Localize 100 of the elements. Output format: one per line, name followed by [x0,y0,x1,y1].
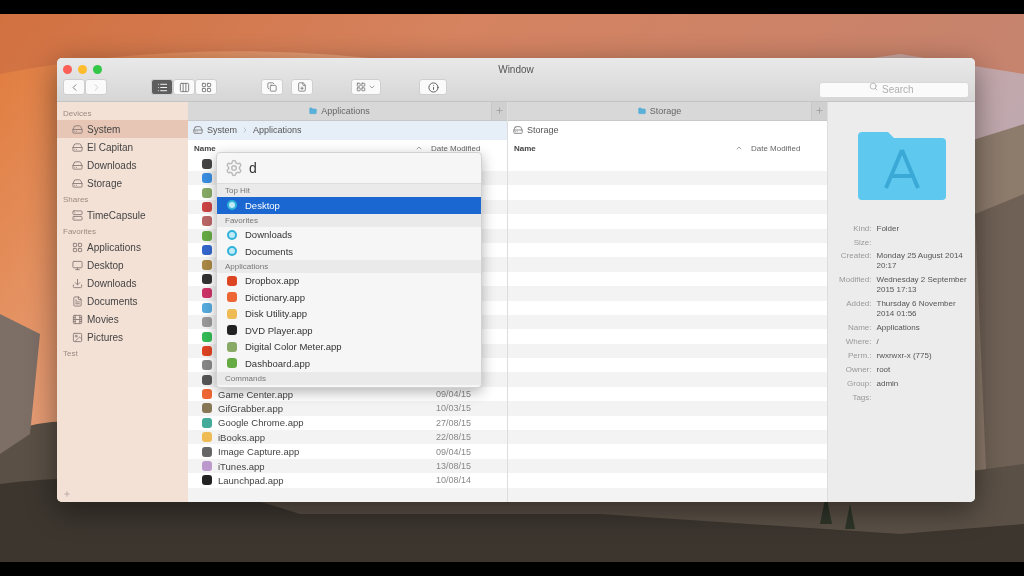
result-item[interactable]: Digital Color Meter.app [217,338,481,355]
field-value: rwxrwxr-x (775) [876,351,932,361]
field-value: root [876,365,891,375]
sidebar-item[interactable]: Pictures [57,328,188,346]
gear-icon [225,159,243,177]
column-header[interactable]: Name [514,143,735,153]
sidebar-item[interactable]: Storage [57,174,188,192]
app-icon [227,358,237,369]
field-value: Monday 25 August 2014 20:17 [876,251,964,271]
zoom-button[interactable] [93,64,102,74]
back-button[interactable] [63,79,85,95]
search-field[interactable]: Search [819,81,969,98]
file-date: 10/03/15 [434,403,471,414]
file-date: 22/08/15 [434,432,471,443]
field-value: / [876,337,879,347]
forward-button[interactable] [85,79,107,95]
sidebar-item[interactable]: Movies [57,310,188,328]
server-icon [72,209,83,221]
field-value: Applications [876,323,920,333]
sidebar-item[interactable]: Downloads [57,274,188,292]
field-label: Group: [846,379,872,389]
icons-view-button[interactable] [195,79,217,95]
file-date: 09/04/15 [434,389,471,400]
path-item[interactable]: System [207,125,237,136]
sidebar-item[interactable]: El Capitan [57,138,188,156]
copy-icon [267,82,277,92]
column-header[interactable]: Name [194,143,415,153]
field-label: Name: [846,323,872,333]
result-item[interactable]: Dashboard.app [217,355,481,372]
app-icon [202,417,212,428]
field-label: Where: [844,337,872,347]
app-icon [202,475,212,486]
field-label: Tags: [851,393,872,402]
sidebar-item[interactable]: Desktop [57,256,188,274]
result-item[interactable]: Desktop [217,197,481,214]
path-item[interactable]: Storage [527,125,559,136]
pane-tab[interactable]: Applications [188,102,491,120]
field-label: Kind: [852,224,872,234]
app-icon [202,158,212,169]
section-title: Commands [217,371,481,385]
column-header[interactable]: Date Modified [751,143,821,153]
document-icon [72,295,83,307]
file-name: iBooks.app [218,431,266,443]
app-icon [202,245,212,256]
columns-view-button[interactable] [173,79,195,95]
app-icon [202,446,212,457]
close-button[interactable] [63,64,72,74]
add-icon[interactable] [63,490,71,498]
app-icon [202,374,212,385]
app-icon [202,288,212,299]
sidebar-item[interactable]: System [57,120,188,138]
result-item[interactable]: Dropbox.app [217,272,481,289]
folder-icon [227,229,237,240]
file-row[interactable]: iBooks.app 22/08/15 [188,430,507,445]
result-item[interactable]: Disk Utility.app [217,305,481,322]
section-title: Top Hit [217,184,481,197]
info-button[interactable] [419,79,447,95]
sidebar-item[interactable]: TimeCapsule [57,206,188,224]
column-header[interactable]: Date Modified [431,143,501,153]
query-field[interactable]: d [249,160,449,176]
result-item[interactable]: DVD Player.app [217,322,481,339]
download-icon [72,277,83,289]
folder-icon [637,106,646,115]
file-date: 10/08/14 [434,475,471,486]
minimize-button[interactable] [78,64,87,74]
field-label: Modified: [838,275,872,286]
file-date: 13/08/15 [434,461,471,471]
add-tab-button[interactable] [491,102,507,120]
app-icon [202,345,212,356]
file-name: Image Capture.app [218,446,301,458]
new-file-button[interactable] [291,79,313,95]
sidebar-item[interactable]: Downloads [57,156,188,174]
file-name: Launchpad.app [218,474,285,486]
result-item[interactable]: Dictionary.app [217,289,481,306]
add-tab-button[interactable] [811,102,827,120]
file-name: Game Center.app [218,388,294,400]
app-icon [202,302,212,313]
sidebar-item[interactable]: Applications [57,238,188,256]
section-title: Test [62,348,79,360]
app-icon [227,308,237,319]
folder-icon [227,246,237,257]
file-row[interactable]: GifGrabber.app 10/03/15 [188,401,507,416]
section-title: Favorites [62,226,97,238]
plus-icon [815,106,824,116]
app-icon [202,173,212,184]
arrange-button[interactable] [351,79,381,95]
file-name: iTunes.app [218,460,266,472]
result-item[interactable]: Documents [217,243,481,260]
list-view-button[interactable] [151,79,173,95]
app-icon [202,187,212,198]
path-item[interactable]: Applications [253,125,302,136]
monitor-icon [72,259,83,271]
copy-button[interactable] [261,79,283,95]
result-item[interactable]: Downloads [217,226,481,243]
field-label: Owner: [844,365,872,375]
sidebar-item[interactable]: Documents [57,292,188,310]
search-icon [869,82,878,91]
app-icon [227,275,237,286]
app-icon [227,292,237,303]
pane-tab[interactable]: Storage [508,102,811,120]
